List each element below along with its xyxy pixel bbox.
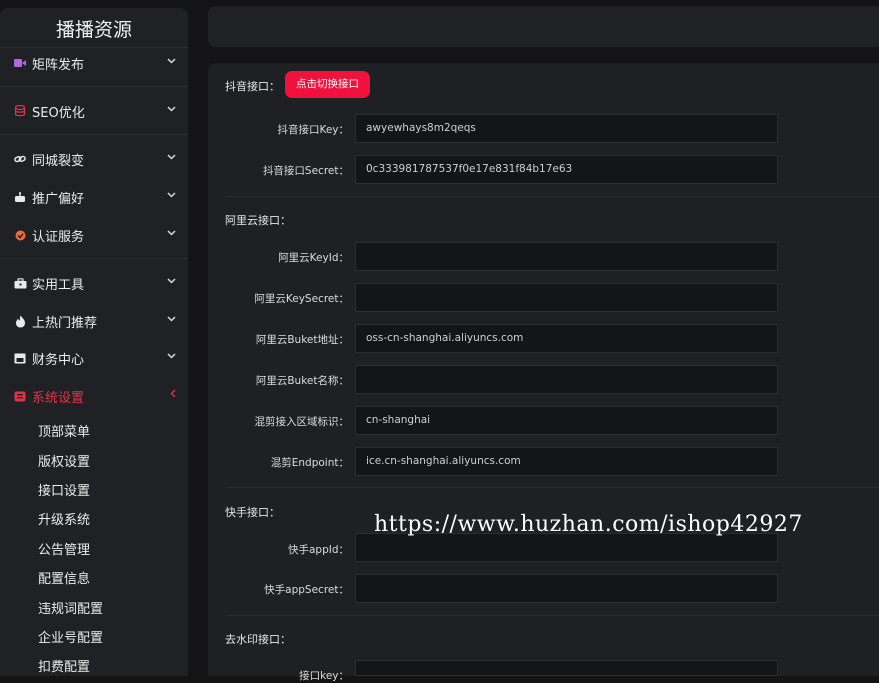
- menu-label: 认证服务: [32, 229, 85, 245]
- douyin-section-title: 抖音接口：: [225, 80, 280, 93]
- menu-item-certification[interactable]: 认证服务: [0, 220, 188, 250]
- mix-endpoint-input[interactable]: ice.cn-shanghai.aliyuncs.com: [355, 447, 778, 476]
- menu-label: 同城裂变: [32, 153, 85, 169]
- douyin-key-label: 抖音接口Key：: [277, 124, 349, 136]
- aliyun-keyid-input[interactable]: [355, 242, 778, 271]
- menu-label: 上热门推荐: [32, 315, 98, 331]
- submenu-item-api-settings[interactable]: 接口设置: [38, 480, 90, 499]
- menu-label: 推广偏好: [32, 191, 85, 207]
- section-divider: [225, 615, 879, 616]
- submenu-item-config-info[interactable]: 配置信息: [38, 568, 90, 587]
- database-icon: [13, 104, 27, 118]
- menu-item-matrix-publish[interactable]: 矩阵发布: [0, 48, 188, 78]
- menu-divider: [0, 86, 188, 87]
- kuaishou-section-title: 快手接口：: [225, 506, 280, 519]
- chevron-down-icon: [167, 190, 176, 201]
- top-bar: [208, 6, 879, 47]
- aliyun-section-title: 阿里云接口：: [225, 214, 291, 227]
- badge-icon: [13, 228, 27, 242]
- kuaishou-appsecret-input[interactable]: [355, 574, 778, 603]
- site-watermark: https://www.huzhan.com/ishop42927: [374, 512, 803, 537]
- menu-item-hot-recommend[interactable]: 上热门推荐: [0, 306, 188, 336]
- submenu-item-top-menu[interactable]: 顶部菜单: [38, 421, 90, 440]
- robot-icon: [13, 190, 27, 204]
- kuaishou-appid-label: 快手appId：: [287, 544, 349, 556]
- menu-item-utility-tools[interactable]: 实用工具: [0, 268, 188, 298]
- chevron-left-icon: [170, 388, 176, 401]
- aliyun-keysecret-input[interactable]: [355, 283, 778, 312]
- aliyun-bucket-name-label: 阿里云Buket名称：: [255, 375, 349, 387]
- chevron-down-icon: [167, 351, 176, 362]
- douyin-secret-input[interactable]: 0c333981787537f0e17e831f84b17e63: [355, 155, 778, 184]
- link-icon: [13, 152, 27, 166]
- aliyun-bucket-address-input[interactable]: oss-cn-shanghai.aliyuncs.com: [355, 324, 778, 353]
- douyin-key-input[interactable]: awyewhays8m2qeqs: [355, 114, 778, 143]
- mix-region-input[interactable]: cn-shanghai: [355, 406, 778, 435]
- fire-icon: [13, 314, 27, 328]
- aliyun-bucket-name-input[interactable]: [355, 365, 778, 394]
- menu-item-city-fission[interactable]: 同城裂变: [0, 144, 188, 174]
- menu-label: 财务中心: [32, 352, 85, 368]
- toolbox-icon: [13, 276, 27, 290]
- video-icon: [13, 56, 27, 70]
- menu-label: SEO优化: [32, 105, 85, 121]
- chevron-down-icon: [167, 314, 176, 325]
- switch-api-button[interactable]: 点击切换接口: [285, 71, 370, 98]
- submenu-item-billing[interactable]: 扣费配置: [38, 656, 90, 675]
- chevron-down-icon: [167, 152, 176, 163]
- menu-label: 实用工具: [32, 277, 85, 293]
- menu-item-finance[interactable]: 财务中心: [0, 343, 188, 373]
- chevron-down-icon: [167, 104, 176, 115]
- mix-endpoint-label: 混剪Endpoint：: [270, 457, 349, 469]
- kuaishou-appsecret-label: 快手appSecret：: [264, 584, 349, 596]
- menu-item-system-settings[interactable]: 系统设置: [0, 381, 188, 411]
- section-divider: [225, 487, 879, 488]
- douyin-secret-label: 抖音接口Secret：: [262, 165, 349, 177]
- aliyun-bucket-address-label: 阿里云Buket地址：: [255, 334, 349, 346]
- aliyun-keysecret-label: 阿里云KeySecret：: [254, 293, 349, 305]
- chevron-down-icon: [167, 276, 176, 287]
- chevron-down-icon: [167, 228, 176, 239]
- menu-label: 系统设置: [32, 390, 85, 406]
- menu-item-seo[interactable]: SEO优化: [0, 96, 188, 126]
- menu-divider: [0, 134, 188, 135]
- kuaishou-appid-input[interactable]: [355, 533, 778, 562]
- menu-label: 矩阵发布: [32, 57, 85, 73]
- watermark-api-section-title: 去水印接口：: [225, 633, 291, 646]
- submenu-item-announcements[interactable]: 公告管理: [38, 539, 90, 558]
- chevron-down-icon: [167, 56, 176, 67]
- submenu-item-copyright[interactable]: 版权设置: [38, 451, 90, 470]
- section-divider: [225, 196, 879, 197]
- brand-title: 播播资源: [0, 8, 188, 48]
- watermark-api-key-input[interactable]: [355, 660, 778, 676]
- calendar-icon: [13, 351, 27, 365]
- menu-item-promotion-preference[interactable]: 推广偏好: [0, 182, 188, 212]
- menu-divider: [0, 258, 188, 259]
- aliyun-keyid-label: 阿里云KeyId：: [278, 252, 349, 264]
- settings-icon: [13, 389, 27, 403]
- submenu-item-banned-words[interactable]: 违规词配置: [38, 598, 103, 617]
- mix-region-label: 混剪接入区域标识：: [254, 416, 350, 428]
- submenu-item-enterprise-account[interactable]: 企业号配置: [38, 627, 103, 646]
- submenu-item-upgrade[interactable]: 升级系统: [38, 509, 90, 528]
